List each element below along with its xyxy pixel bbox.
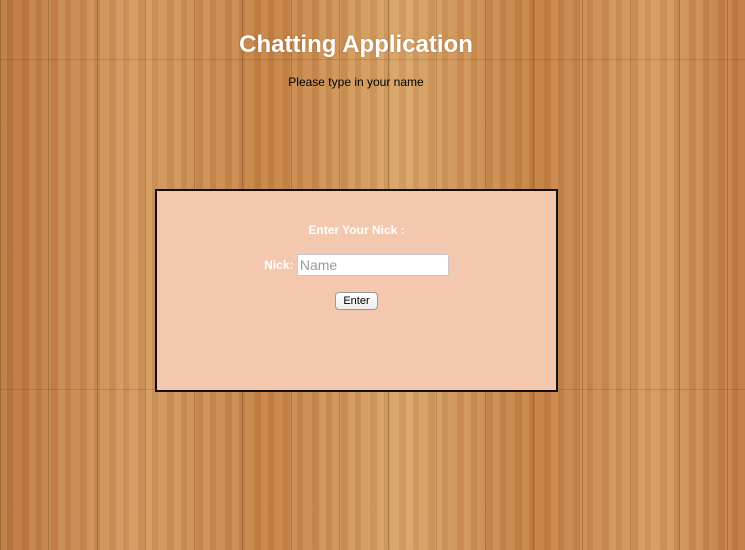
page-title: Chatting Application xyxy=(239,31,473,58)
nick-row: Nick: xyxy=(157,254,556,276)
nick-panel: Enter Your Nick : Nick: Enter xyxy=(155,189,558,392)
enter-button[interactable]: Enter xyxy=(335,292,378,310)
enter-row: Enter xyxy=(157,291,556,310)
nick-panel-heading: Enter Your Nick : xyxy=(308,223,405,237)
nick-input[interactable] xyxy=(296,254,449,276)
nick-label: Nick: xyxy=(264,258,294,272)
page-subtitle: Please type in your name xyxy=(288,75,424,89)
